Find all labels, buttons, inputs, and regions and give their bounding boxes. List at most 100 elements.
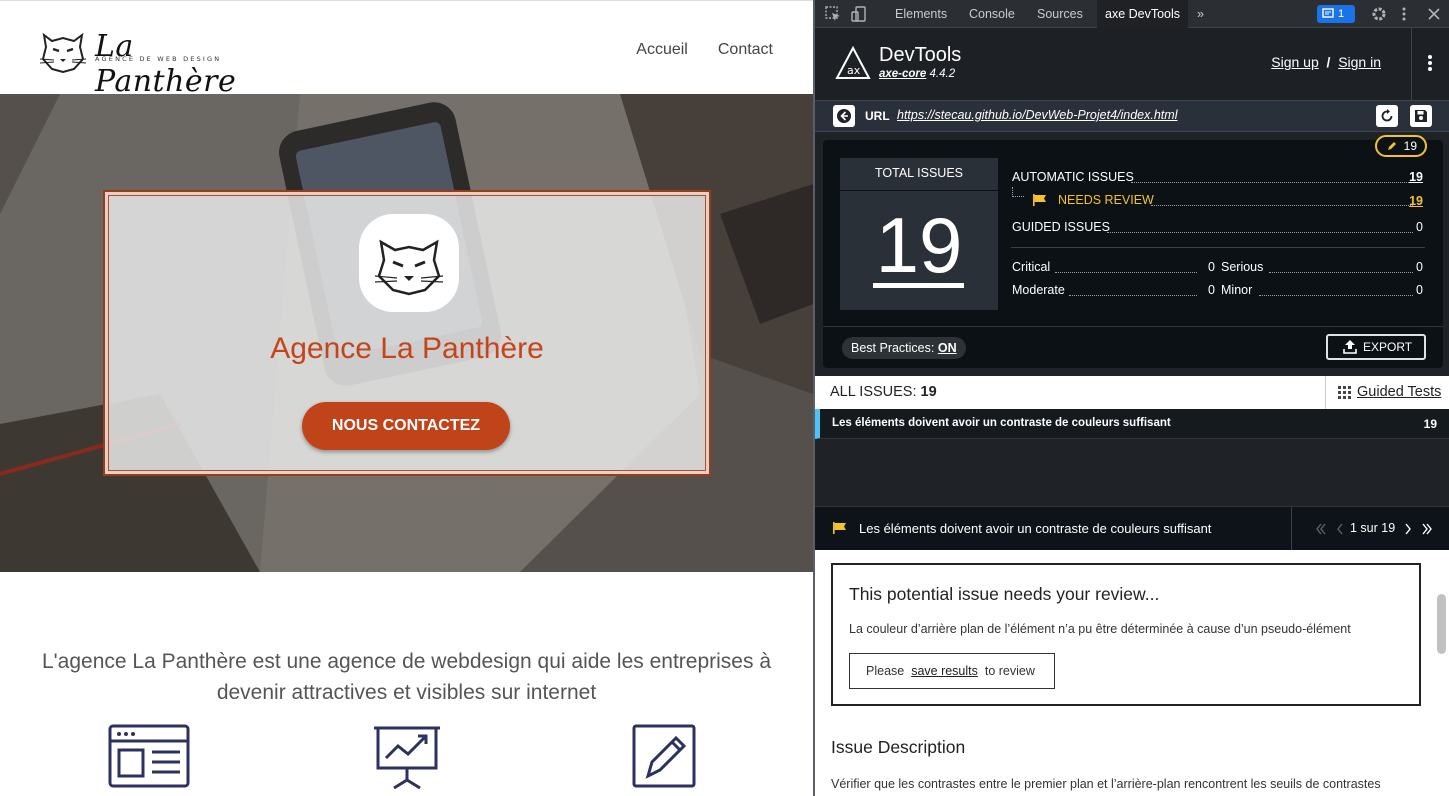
- issue-row-count: 19: [1423, 417, 1437, 431]
- dot-leader: [1259, 295, 1413, 296]
- moderate-label: Moderate: [1012, 283, 1065, 297]
- save-button[interactable]: [1410, 105, 1432, 127]
- flag-icon: [1033, 194, 1046, 206]
- best-practices-value: ON: [937, 341, 957, 355]
- next-page-icon[interactable]: [1404, 523, 1412, 535]
- rescan-button[interactable]: [1376, 105, 1398, 127]
- scrollbar-thumb[interactable]: [1437, 594, 1446, 654]
- prev-page-icon[interactable]: [1336, 523, 1344, 535]
- hero-logo: [359, 214, 459, 312]
- tab-sources[interactable]: Sources: [1037, 0, 1083, 28]
- site-nav: Accueil Contact: [636, 41, 773, 59]
- site-header: La Panthère AGENCE DE WEB DESIGN Accueil…: [0, 0, 813, 99]
- more-tabs-icon[interactable]: »: [1197, 0, 1204, 28]
- total-underline: [873, 283, 964, 288]
- back-button[interactable]: [833, 105, 855, 127]
- devtools-panel: Elements Console Sources axe DevTools » …: [813, 0, 1449, 796]
- intro-text: L'agence La Panthère est une agence de w…: [41, 650, 772, 704]
- automatic-issues-label: AUTOMATIC ISSUES: [1012, 170, 1134, 184]
- save-results-link[interactable]: save results: [911, 664, 978, 678]
- hero-section: Agence La Panthère NOUS CONTACTEZ: [0, 94, 813, 572]
- tab-console[interactable]: Console: [969, 0, 1015, 28]
- critical-count: 0: [1208, 260, 1215, 274]
- gear-icon[interactable]: [1371, 6, 1387, 22]
- axe-menu-icon[interactable]: [1427, 54, 1433, 72]
- contact-button[interactable]: NOUS CONTACTEZ: [302, 402, 510, 450]
- critical-label: Critical: [1012, 260, 1051, 274]
- dot-leader: [1269, 272, 1413, 273]
- total-issues-count[interactable]: 19: [840, 200, 998, 290]
- issue-row-title: Les éléments doivent avoir un contraste …: [832, 417, 1171, 429]
- presentation-chart-icon: [374, 726, 440, 790]
- panther-logo-icon: [39, 32, 87, 73]
- axe-core-link[interactable]: axe-core: [879, 68, 926, 80]
- svg-text:ax: ax: [847, 64, 861, 77]
- site-logo[interactable]: La Panthère AGENCE DE WEB DESIGN: [38, 29, 268, 99]
- guided-issues-count: 0: [1416, 220, 1423, 234]
- auth-links: Sign up / Sign in: [1271, 54, 1381, 70]
- highlight-badge-count: 19: [1403, 139, 1417, 153]
- flag-icon: [833, 522, 846, 534]
- hero-title: Agence La Panthère: [270, 332, 544, 365]
- nav-link-accueil[interactable]: Accueil: [636, 41, 688, 59]
- header-divider: [1411, 28, 1412, 100]
- last-page-icon[interactable]: [1422, 523, 1432, 535]
- best-practices-toggle[interactable]: Best Practices: ON: [842, 337, 966, 359]
- first-page-icon[interactable]: [1316, 523, 1326, 535]
- panther-head-icon: [374, 239, 444, 296]
- devtools-tabbar: Elements Console Sources axe DevTools » …: [815, 0, 1449, 28]
- minor-count: 0: [1416, 283, 1423, 297]
- automatic-issues-count[interactable]: 19: [1403, 170, 1423, 184]
- close-icon[interactable]: [1427, 6, 1441, 22]
- auth-separator: /: [1326, 54, 1331, 70]
- back-arrow-icon: [837, 109, 851, 123]
- device-toolbar-icon[interactable]: [851, 6, 867, 22]
- dot-leader: [1107, 232, 1413, 233]
- tree-connector: [1012, 187, 1024, 197]
- nav-link-contact[interactable]: Contact: [718, 41, 773, 59]
- save-results-suffix: to review: [984, 664, 1035, 678]
- dot-leader: [1069, 295, 1197, 296]
- dot-leader: [1055, 272, 1197, 273]
- issue-pager: 1 sur 19: [1291, 507, 1449, 551]
- url-label: URL: [865, 109, 890, 123]
- all-issues-header: ALL ISSUES: 19: [815, 376, 1325, 409]
- save-results-prefix: Please: [866, 664, 905, 678]
- sign-up-link[interactable]: Sign up: [1271, 54, 1318, 70]
- issues-badge[interactable]: 1: [1317, 5, 1355, 23]
- all-issues-count: 19: [920, 384, 937, 400]
- minor-label: Minor: [1221, 283, 1253, 297]
- guided-tests-button[interactable]: Guided Tests: [1325, 376, 1449, 409]
- tab-elements[interactable]: Elements: [895, 0, 947, 28]
- export-button[interactable]: EXPORT: [1326, 334, 1426, 360]
- review-title: This potential issue needs your review..…: [849, 584, 1160, 604]
- url-link[interactable]: https://stecau.github.io/DevWeb-Projet4/…: [897, 108, 1177, 122]
- issues-summary: 19 TOTAL ISSUES 19 AUTOMATIC ISSUES 19 N…: [823, 135, 1443, 368]
- message-icon: [1322, 8, 1334, 18]
- guided-tests-label: Guided Tests: [1357, 384, 1442, 400]
- sign-in-link[interactable]: Sign in: [1338, 54, 1381, 70]
- export-label: EXPORT: [1363, 340, 1413, 354]
- logo-subtitle: AGENCE DE WEB DESIGN: [95, 55, 222, 63]
- inspect-element-icon[interactable]: [825, 6, 841, 22]
- summary-divider: [1011, 247, 1425, 248]
- issue-description-text: Vérifier que les contrastes entre le pre…: [831, 777, 1381, 791]
- logo-title: La Panthère: [95, 29, 237, 99]
- highlight-badge[interactable]: 19: [1375, 135, 1427, 157]
- axe-title: DevTools: [879, 44, 962, 66]
- issue-row[interactable]: Les éléments doivent avoir un contraste …: [815, 409, 1449, 439]
- axe-core-version: axe-core 4.4.2: [879, 68, 955, 80]
- issue-detail-body: This potential issue needs your review..…: [815, 550, 1449, 796]
- kebab-menu-icon[interactable]: [1401, 6, 1407, 22]
- pencil-edit-icon: [632, 724, 696, 788]
- review-text: La couleur d’arrière plan de l’élément n…: [849, 622, 1351, 636]
- grid-icon: [1338, 386, 1351, 399]
- save-results-button[interactable]: Please save results to review: [849, 653, 1055, 689]
- tab-axe-devtools[interactable]: axe DevTools: [1097, 0, 1189, 28]
- save-icon: [1415, 110, 1427, 122]
- needs-review-count[interactable]: 19: [1403, 194, 1423, 208]
- issue-detail-header: Les éléments doivent avoir un contraste …: [815, 506, 1449, 551]
- issue-detail-title: Les éléments doivent avoir un contraste …: [859, 521, 1212, 536]
- review-box: This potential issue needs your review..…: [831, 563, 1421, 706]
- serious-count: 0: [1416, 260, 1423, 274]
